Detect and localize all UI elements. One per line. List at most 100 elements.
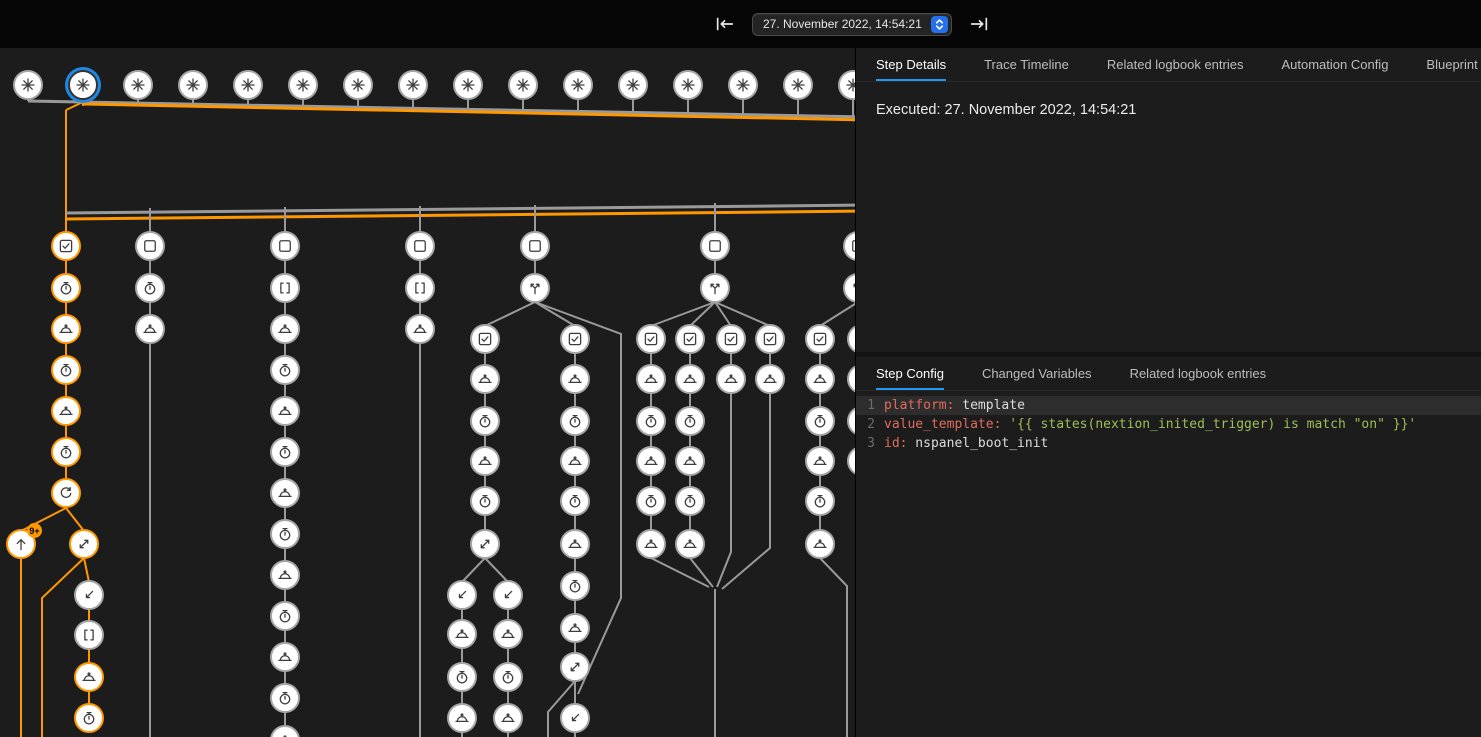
service-node[interactable] xyxy=(560,529,590,559)
trigger-node[interactable] xyxy=(673,70,703,100)
service-node[interactable] xyxy=(470,364,500,394)
service-node[interactable] xyxy=(270,314,300,344)
condition-node[interactable] xyxy=(755,324,785,354)
square-node[interactable] xyxy=(700,231,730,261)
timer-node[interactable] xyxy=(51,437,81,467)
service-node[interactable] xyxy=(470,446,500,476)
timer-node[interactable] xyxy=(447,662,477,692)
service-node[interactable] xyxy=(716,364,746,394)
timer-node[interactable] xyxy=(675,406,705,436)
arrow-in-node[interactable] xyxy=(560,703,590,733)
trigger-node[interactable] xyxy=(728,70,758,100)
timer-node[interactable] xyxy=(270,519,300,549)
arrow-in-node[interactable] xyxy=(74,580,104,610)
diverge-node[interactable] xyxy=(560,652,590,682)
trigger-node[interactable] xyxy=(453,70,483,100)
tab-related-logbook-entries[interactable]: Related logbook entries xyxy=(1107,48,1244,81)
service-node[interactable] xyxy=(270,478,300,508)
service-node[interactable] xyxy=(493,619,523,649)
trigger-node[interactable] xyxy=(123,70,153,100)
timer-node[interactable] xyxy=(470,486,500,516)
service-node[interactable] xyxy=(405,314,435,344)
choose-node[interactable] xyxy=(700,273,730,303)
timer-node[interactable] xyxy=(493,662,523,692)
tab-step-config[interactable]: Step Config xyxy=(876,357,944,390)
service-node[interactable] xyxy=(270,396,300,426)
service-node[interactable] xyxy=(805,364,835,394)
repeat-node[interactable] xyxy=(51,478,81,508)
condition-node[interactable] xyxy=(470,324,500,354)
service-node[interactable] xyxy=(447,619,477,649)
previous-run-button[interactable] xyxy=(712,11,738,37)
service-node[interactable] xyxy=(560,613,590,643)
next-run-button[interactable] xyxy=(966,11,992,37)
trigger-node[interactable] xyxy=(13,70,43,100)
timer-node[interactable] xyxy=(74,703,104,733)
trigger-node[interactable] xyxy=(563,70,593,100)
condition-node[interactable] xyxy=(560,324,590,354)
trigger-node[interactable] xyxy=(398,70,428,100)
arrow-in-node[interactable] xyxy=(493,580,523,610)
trigger-node[interactable] xyxy=(68,70,98,100)
trigger-node[interactable] xyxy=(288,70,318,100)
timer-node[interactable] xyxy=(560,571,590,601)
timer-node[interactable] xyxy=(270,683,300,713)
timer-node[interactable] xyxy=(51,273,81,303)
condition-node[interactable] xyxy=(716,324,746,354)
timer-node[interactable] xyxy=(675,486,705,516)
diverge-node[interactable] xyxy=(470,529,500,559)
choose-node[interactable] xyxy=(520,273,550,303)
brackets-node[interactable] xyxy=(74,620,104,650)
timer-node[interactable] xyxy=(270,437,300,467)
condition-node[interactable] xyxy=(51,231,81,261)
square-node[interactable] xyxy=(405,231,435,261)
service-node[interactable] xyxy=(675,364,705,394)
timer-node[interactable] xyxy=(805,406,835,436)
tab-blueprint-config[interactable]: Blueprint Config xyxy=(1426,48,1481,81)
service-node[interactable] xyxy=(270,642,300,672)
timer-node[interactable] xyxy=(560,486,590,516)
service-node[interactable] xyxy=(135,314,165,344)
service-node[interactable] xyxy=(636,529,666,559)
timer-node[interactable] xyxy=(135,273,165,303)
tab-automation-config[interactable]: Automation Config xyxy=(1281,48,1388,81)
service-node[interactable] xyxy=(560,364,590,394)
diverge-node[interactable] xyxy=(69,529,99,559)
square-node[interactable] xyxy=(520,231,550,261)
trigger-node[interactable] xyxy=(233,70,263,100)
service-node[interactable] xyxy=(270,560,300,590)
timer-node[interactable] xyxy=(270,355,300,385)
service-node[interactable] xyxy=(493,703,523,733)
timer-node[interactable] xyxy=(636,486,666,516)
timer-node[interactable] xyxy=(636,406,666,436)
trigger-node[interactable] xyxy=(618,70,648,100)
service-node[interactable] xyxy=(51,396,81,426)
service-node[interactable] xyxy=(675,529,705,559)
tab-config-related-logbook-entries[interactable]: Related logbook entries xyxy=(1130,357,1267,390)
trigger-node[interactable] xyxy=(178,70,208,100)
condition-node[interactable] xyxy=(805,324,835,354)
service-node[interactable] xyxy=(74,662,104,692)
service-node[interactable] xyxy=(447,703,477,733)
timer-node[interactable] xyxy=(51,355,81,385)
brackets-node[interactable] xyxy=(270,273,300,303)
tab-step-details[interactable]: Step Details xyxy=(876,48,946,81)
timer-node[interactable] xyxy=(805,486,835,516)
brackets-node[interactable] xyxy=(405,273,435,303)
trigger-node[interactable] xyxy=(783,70,813,100)
service-node[interactable] xyxy=(636,446,666,476)
trigger-node[interactable] xyxy=(343,70,373,100)
timer-node[interactable] xyxy=(270,601,300,631)
service-node[interactable] xyxy=(636,364,666,394)
service-node[interactable] xyxy=(51,314,81,344)
run-selector[interactable]: 27. November 2022, 14:54:21 xyxy=(752,13,952,36)
timer-node[interactable] xyxy=(470,406,500,436)
tab-trace-timeline[interactable]: Trace Timeline xyxy=(984,48,1069,81)
service-node[interactable] xyxy=(805,529,835,559)
timer-node[interactable] xyxy=(560,406,590,436)
service-node[interactable] xyxy=(805,446,835,476)
up-node[interactable]: 9+ xyxy=(6,529,36,559)
arrow-in-node[interactable] xyxy=(447,580,477,610)
service-node[interactable] xyxy=(675,446,705,476)
condition-node[interactable] xyxy=(636,324,666,354)
